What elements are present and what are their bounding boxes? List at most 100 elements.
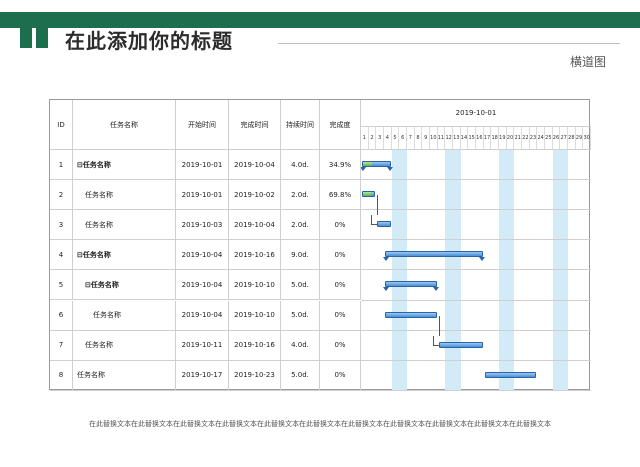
row-5-start[interactable]: 2019-10-04 [176,270,229,301]
row-6-duration[interactable]: 5.0d. [281,300,320,331]
timeline-month-label: 2019-10-01 [361,100,591,127]
task-progress-fill [363,162,373,166]
timeline-day-15: 15 [468,127,476,149]
row-4-id[interactable]: 4 [50,240,73,271]
row-4-progress[interactable]: 0% [320,240,361,271]
row-2-start[interactable]: 2019-10-01 [176,180,229,211]
column-header-duration[interactable]: 持续时间 [281,100,320,150]
row-2-name[interactable]: 任务名称 [73,180,176,211]
column-header-start[interactable]: 开始时间 [176,100,229,150]
row-3-name[interactable]: 任务名称 [73,210,176,241]
row-7-id[interactable]: 7 [50,330,73,361]
row-4-start[interactable]: 2019-10-04 [176,240,229,271]
row-6-start[interactable]: 2019-10-04 [176,300,229,331]
footer-placeholder-text[interactable]: 在此替换文本在此替换文本在此替换文本在此替换文本在此替换文本在此替换文本在此替换… [80,420,560,429]
row-5-end[interactable]: 2019-10-10 [229,270,281,301]
row-3-start[interactable]: 2019-10-03 [176,210,229,241]
summary-bar-1[interactable] [360,161,393,171]
row-1-start[interactable]: 2019-10-01 [176,150,229,181]
column-header-name[interactable]: 任务名称 [73,100,176,150]
timeline-row-divider [361,329,591,331]
timeline-day-10: 10 [430,127,438,149]
row-8-name[interactable]: 任务名称 [73,360,176,391]
weekend-shading [499,150,515,391]
row-2-progress[interactable]: 69.8% [320,180,361,211]
timeline-row-divider [361,359,591,361]
row-8-id[interactable]: 8 [50,360,73,391]
row-5-progress[interactable]: 0% [320,270,361,301]
timeline-day-22: 22 [522,127,530,149]
summary-bar-cap [383,287,389,292]
row-8-start[interactable]: 2019-10-17 [176,360,229,391]
timeline-day-12: 12 [445,127,453,149]
row-4-duration[interactable]: 9.0d. [281,240,320,271]
timeline-day-11: 11 [438,127,446,149]
summary-bar-cap [383,257,389,262]
task-bar-6[interactable] [385,311,437,318]
row-3-id[interactable]: 3 [50,210,73,241]
row-3-duration[interactable]: 2.0d. [281,210,320,241]
task-bar-2[interactable] [362,191,376,198]
row-7-name[interactable]: 任务名称 [73,330,176,361]
timeline-row-divider [361,299,591,301]
slide-subtitle[interactable]: 横道图 [570,53,606,70]
row-1-end[interactable]: 2019-10-04 [229,150,281,181]
summary-bar-4[interactable] [383,251,485,262]
row-7-duration[interactable]: 4.0d. [281,330,320,361]
timeline-day-30: 30 [583,127,591,149]
task-bar-8[interactable] [484,371,537,378]
timeline-day-17: 17 [484,127,492,149]
row-7-start[interactable]: 2019-10-11 [176,330,229,361]
timeline-row-divider [361,179,591,181]
timeline-day-20: 20 [507,127,515,149]
row-6-end[interactable]: 2019-10-10 [229,300,281,331]
timeline-body[interactable] [360,150,591,391]
row-8-duration[interactable]: 5.0d. [281,360,320,391]
timeline-day-29: 29 [576,127,584,149]
row-6-id[interactable]: 6 [50,300,73,331]
row-6-progress[interactable]: 0% [320,300,361,331]
summary-bar-5[interactable] [383,281,439,292]
row-5-duration[interactable]: 5.0d. [281,270,320,301]
timeline-day-24: 24 [537,127,545,149]
row-5-id[interactable]: 5 [50,270,73,301]
summary-bar-cap [478,257,485,262]
timeline-day-28: 28 [568,127,576,149]
weekend-shading [445,150,461,391]
timeline-day-3: 3 [376,127,384,149]
row-4-end[interactable]: 2019-10-16 [229,240,281,271]
row-2-duration[interactable]: 2.0d. [281,180,320,211]
row-4-name[interactable]: ⊟任务名称 [73,240,176,271]
column-header-progress[interactable]: 完成度 [320,100,361,150]
timeline-day-13: 13 [453,127,461,149]
row-1-id[interactable]: 1 [50,150,73,181]
timeline-row-divider [361,239,591,241]
row-2-end[interactable]: 2019-10-02 [229,180,281,211]
slide-title[interactable]: 在此添加你的标题 [65,25,233,54]
row-5-name[interactable]: ⊟任务名称 [73,270,176,301]
dependency-arrow [371,224,378,226]
row-8-end[interactable]: 2019-10-23 [229,360,281,391]
row-1-duration[interactable]: 4.0d. [281,150,320,181]
timeline-day-1: 1 [361,127,369,149]
task-bar-7[interactable] [438,341,483,348]
column-header-id[interactable]: ID [50,100,73,150]
row-1-name[interactable]: ⊟任务名称 [73,150,176,181]
timeline-header: 2019-10-01 1 2 3 4 5 6 7 8 9 10 11 12 13 14 15 16 17 18 19… [361,100,591,150]
row-7-end[interactable]: 2019-10-16 [229,330,281,361]
row-3-progress[interactable]: 0% [320,210,361,241]
row-3-end[interactable]: 2019-10-04 [229,210,281,241]
task-bar-3[interactable] [377,221,391,228]
row-1-progress[interactable]: 34.9% [320,150,361,181]
timeline-day-18: 18 [491,127,499,149]
timeline-day-21: 21 [514,127,522,149]
column-header-end[interactable]: 完成时间 [229,100,281,150]
gantt-table[interactable]: 2019-10-01 1 2 3 4 5 6 7 8 9 10 11 12 13 14 15 16 17 18 19… [49,99,591,391]
row-6-name[interactable]: 任务名称 [73,300,176,331]
row-2-id[interactable]: 2 [50,180,73,211]
row-7-progress[interactable]: 0% [320,330,361,361]
row-8-progress[interactable]: 0% [320,360,361,391]
timeline-day-16: 16 [476,127,484,149]
summary-bar-cap [432,287,439,292]
title-accent-block [36,28,48,48]
